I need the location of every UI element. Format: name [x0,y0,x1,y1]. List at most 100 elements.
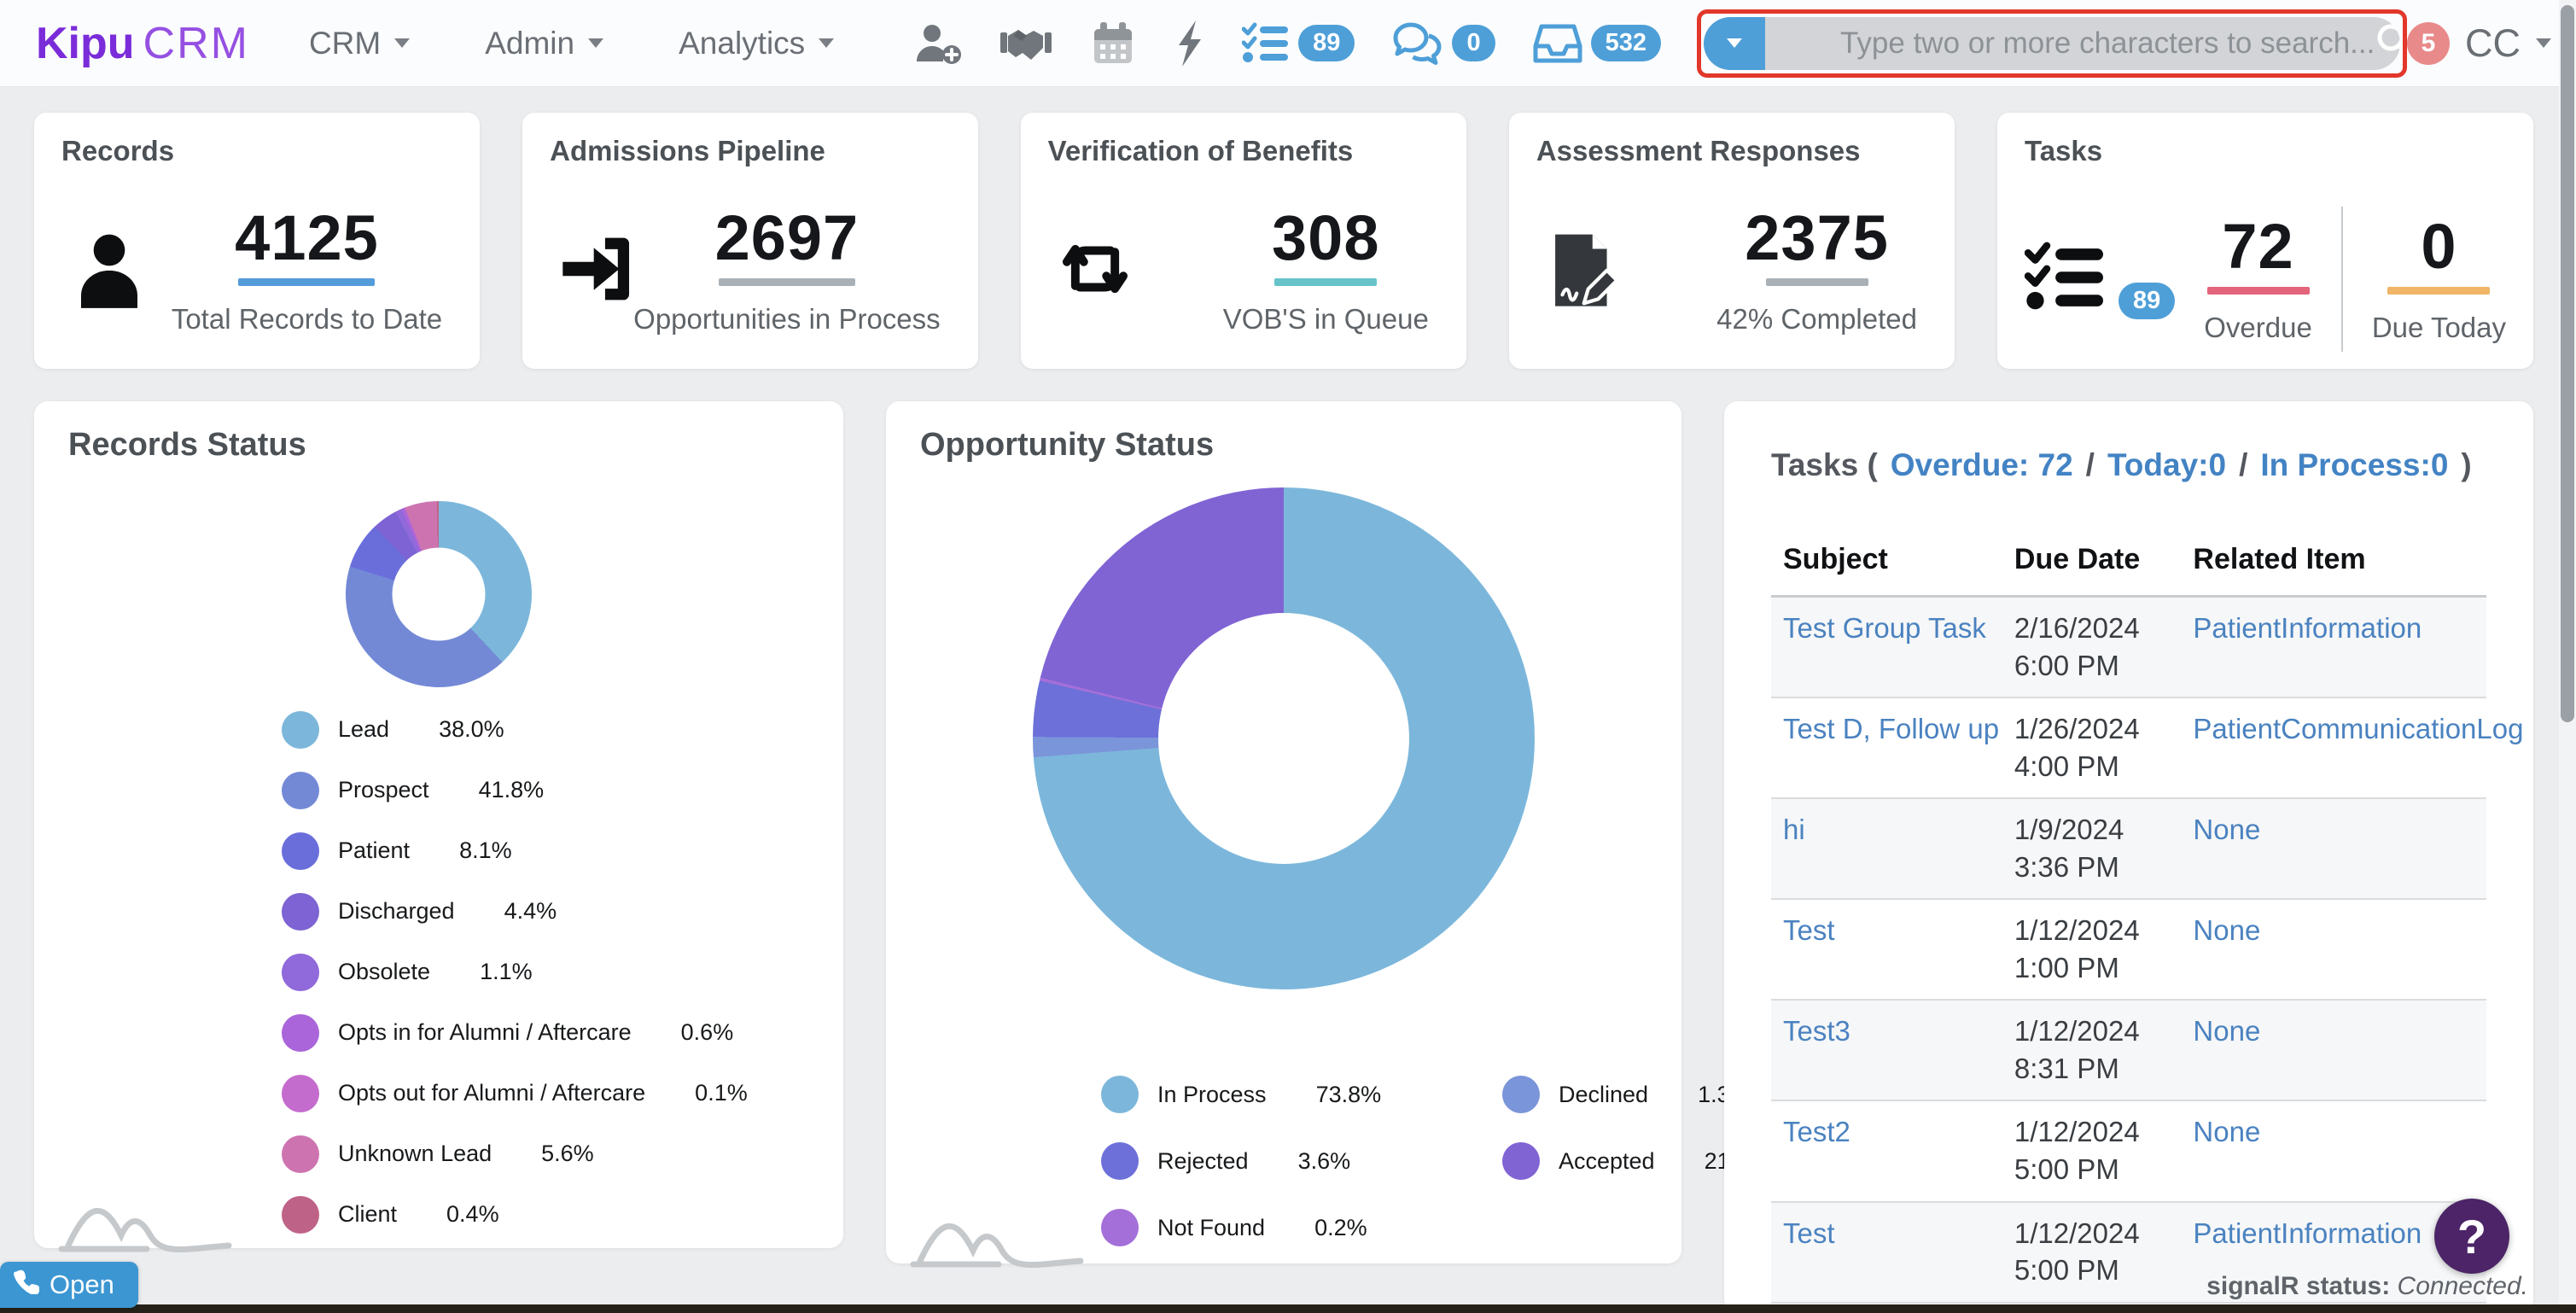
opportunity-status-donut-chart[interactable] [1033,487,1535,989]
records-status-card: Records Status Lead 38.0% Prospect 41.8%… [34,401,843,1248]
chat-bubbles-icon [1392,21,1443,66]
tasks-table-header-row: Subject Due Date Related Item [1771,528,2486,597]
legend-swatch [282,954,319,991]
task-subject-link[interactable]: hi [1783,814,1805,845]
vob-caption: VOB'S in Queue [1223,303,1429,336]
task-subject-link[interactable]: Test3 [1783,1015,1850,1047]
nav-icon-bar: 89 0 532 [914,20,1661,67]
accent-bar [1766,278,1868,286]
legend-item: Not Found 0.2% [1101,1194,1502,1261]
task-related-item-link[interactable]: None [2193,814,2260,845]
quick-actions-button[interactable] [1174,20,1204,67]
task-row[interactable]: Test2 1/12/2024 5:00 PM None [1771,1100,2486,1201]
task-related-item-link[interactable]: PatientInformation [2193,1217,2422,1249]
notification-badge[interactable]: 5 [2407,22,2450,65]
today-tasks-link[interactable]: Today:0 [2107,447,2226,483]
nav-menu-crm-label: CRM [309,26,381,61]
overdue-tasks-link[interactable]: Overdue: 72 [1891,447,2073,483]
nav-menu-analytics[interactable]: Analytics [679,26,834,61]
task-related-item-link[interactable]: None [2193,914,2260,946]
nav-menu-admin-label: Admin [485,26,574,61]
checklist-icon [2025,240,2107,319]
handshake-icon [1000,22,1052,65]
legend-swatch [282,711,319,749]
assessments-stat-card: Assessment Responses 2375 42% Completed [1509,113,1955,369]
column-header-subject: Subject [1771,528,2014,597]
task-row[interactable]: Test 1/12/2024 1:00 PM None [1771,899,2486,1000]
global-search[interactable]: Type two or more characters to search... [1704,17,2400,70]
legend-label: In Process [1157,1082,1267,1108]
task-subject-link[interactable]: Test D, Follow up [1783,713,1999,744]
sparkline-icon [56,1186,241,1262]
legend-item: Client 0.4% [282,1184,809,1245]
task-due-date: 1/12/2024 8:31 PM [2014,1000,2194,1100]
nav-menu-crm[interactable]: CRM [309,26,410,61]
inbox-icon [1533,22,1582,65]
repeat-cycle-icon [1058,232,1132,310]
inprocess-tasks-link[interactable]: In Process:0 [2260,447,2448,483]
main-content-row: Records Status Lead 38.0% Prospect 41.8%… [34,401,2533,1313]
desktop-edge-strip [0,1304,2576,1313]
app-logo[interactable]: KipuCRM [36,18,249,69]
user-menu[interactable]: 5 CC [2407,21,2551,66]
legend-label: Lead [338,716,389,743]
tasks-button[interactable]: 89 [1242,21,1355,66]
task-subject-link[interactable]: Test [1783,1217,1835,1249]
chevron-down-icon [1727,38,1742,48]
legend-label: Accepted [1559,1148,1655,1175]
legend-item: In Process 73.8% [1101,1061,1502,1128]
calendar-button[interactable] [1090,20,1136,67]
inbox-count-badge[interactable]: 532 [1591,25,1661,61]
legend-label: Discharged [338,898,455,925]
chart-title: Records Status [68,427,809,464]
task-row[interactable]: Test3 1/12/2024 8:31 PM None [1771,1000,2486,1100]
legend-item: Obsolete 1.1% [282,942,809,1002]
legend-label: Patient [338,837,410,864]
handshake-button[interactable] [1000,22,1052,65]
card-title: Assessment Responses [1536,135,1927,167]
search-input[interactable]: Type two or more characters to search... [1840,26,2375,61]
search-scope-dropdown[interactable] [1704,17,1765,70]
inbox-button[interactable]: 532 [1533,22,1661,65]
admissions-value: 2697 [715,207,860,270]
task-due-date: 2/16/2024 6:00 PM [2014,597,2194,698]
legend-label: Prospect [338,777,429,803]
task-related-item-link[interactable]: PatientInformation [2193,612,2422,644]
page-scrollbar[interactable] [2559,0,2576,1313]
task-related-item-link[interactable]: PatientCommunicationLog [2193,713,2523,744]
tasks-header-suffix: ) [2461,447,2471,483]
calendar-icon [1090,20,1136,67]
scrollbar-thumb[interactable] [2561,5,2574,722]
task-subject-link[interactable]: Test [1783,914,1835,946]
task-row[interactable]: Test D, Follow up 1/26/2024 4:00 PM Pati… [1771,697,2486,798]
search-icon[interactable] [2375,21,2400,65]
assessments-value: 2375 [1745,207,1889,270]
signalr-status-value: Connected. [2390,1272,2528,1300]
task-due-date: 1/26/2024 4:00 PM [2014,697,2194,798]
messages-button[interactable]: 0 [1392,21,1495,66]
records-status-donut-chart[interactable] [346,501,532,687]
add-contact-button[interactable] [914,22,962,65]
tasks-count-badge[interactable]: 89 [1298,25,1355,61]
legend-swatch [282,1196,319,1234]
task-subject-link[interactable]: Test Group Task [1783,612,1986,644]
legend-swatch [282,1014,319,1052]
signalr-status: signalR status: Connected. [2206,1272,2528,1301]
messages-count-badge[interactable]: 0 [1452,25,1495,61]
chevron-down-icon [2536,38,2551,48]
column-header-due-date: Due Date [2014,528,2194,597]
legend-label: Opts out for Alumni / Aftercare [338,1080,645,1106]
task-related-item-link[interactable]: None [2193,1116,2260,1147]
legend-value: 1.1% [480,959,533,985]
task-row[interactable]: Test Group Task 2/16/2024 6:00 PM Patien… [1771,597,2486,698]
task-row[interactable]: hi 1/9/2024 3:36 PM None [1771,798,2486,899]
open-dialer-button[interactable]: Open [0,1262,138,1308]
task-subject-link[interactable]: Test2 [1783,1116,1850,1147]
task-related-item-link[interactable]: None [2193,1015,2260,1047]
vob-stat-card: Verification of Benefits 308 VOB'S in Qu… [1021,113,1466,369]
help-button[interactable]: ? [2434,1199,2509,1274]
chevron-down-icon [588,38,603,48]
divider [2341,207,2343,352]
nav-menu-admin[interactable]: Admin [485,26,603,61]
donut-hole [1158,613,1409,864]
